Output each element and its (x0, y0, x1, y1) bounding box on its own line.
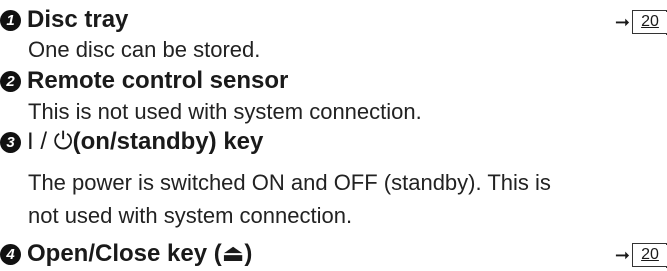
entry-3-title: 3 I / ⏻ (on/standby) key (0, 128, 263, 156)
entry-3-description-line-2: not used with system connection. (28, 203, 353, 228)
entry-1-title-text: Disc tray (27, 6, 129, 33)
power-symbol: I / ⏻ (27, 128, 73, 155)
arrow-icon: ➞ (614, 244, 630, 265)
entry-4-title: 4 Open/Close key (⏏) (0, 240, 252, 268)
entry-3-description-line-1: The power is switched ON and OFF (standb… (28, 170, 551, 195)
page-reference-4[interactable]: ➞ 20 (614, 243, 667, 268)
number-badge-4: 4 (0, 243, 21, 265)
number-badge-1: 1 (0, 9, 21, 31)
number-badge-3: 3 (0, 131, 21, 153)
number-badge-2: 2 (0, 70, 21, 92)
entry-2-description: This is not used with system connection. (28, 99, 422, 124)
entry-4-title-text: Open/Close key (⏏) (27, 240, 253, 267)
entry-1-description: One disc can be stored. (28, 37, 261, 62)
entry-2-title: 2 Remote control sensor (0, 67, 288, 95)
entry-2-title-text: Remote control sensor (27, 67, 289, 94)
page-ref-number-1: 20 (632, 10, 667, 35)
page-ref-number-4: 20 (632, 243, 667, 268)
entry-1-title: 1 Disc tray (0, 6, 128, 34)
arrow-icon: ➞ (614, 11, 630, 32)
entry-3-title-text: (on/standby) key (72, 128, 264, 155)
page-reference-1[interactable]: ➞ 20 (614, 10, 667, 35)
